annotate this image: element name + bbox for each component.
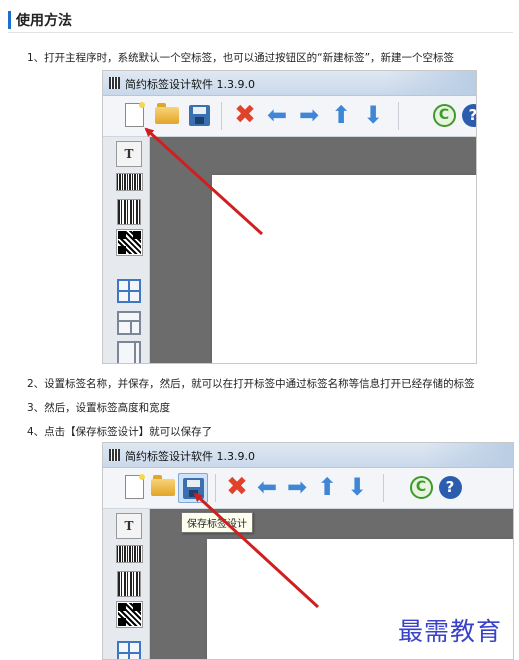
step-4-text: 4、点击【保存标签设计】就可以保存了 (27, 426, 213, 438)
tool-sidebar: T (103, 137, 150, 363)
table-grid-button[interactable] (115, 639, 143, 659)
section-accent-bar (8, 11, 11, 29)
barcode-vertical-button[interactable] (115, 570, 143, 598)
help-icon: ? (438, 475, 462, 499)
save-disk-icon (182, 477, 204, 499)
qr-code-button[interactable] (115, 228, 143, 256)
copyright-icon: C (432, 103, 456, 127)
text-tool-button[interactable]: T (115, 140, 143, 168)
text-tool-icon: T (116, 141, 142, 167)
qr-code-icon (115, 600, 143, 628)
table-grid-icon (117, 641, 141, 659)
arrow-right-icon: ➡ (298, 101, 320, 129)
arrow-down-icon: ⬇ (346, 473, 368, 501)
open-button[interactable] (149, 473, 177, 501)
arrow-up-icon: ⬆ (330, 101, 352, 129)
table-grid-button[interactable] (115, 277, 143, 305)
app-title: 简约标签设计软件 1.3.9.0 (125, 450, 255, 463)
app-toolbar: ✖ ⬅ ➡ ⬆ ⬇ C ? (103, 468, 513, 509)
save-button[interactable] (178, 473, 208, 503)
help-button[interactable]: ? (436, 473, 464, 501)
move-up-button[interactable]: ⬆ (313, 473, 341, 501)
copyright-button[interactable]: C (407, 473, 435, 501)
qr-code-icon (115, 228, 143, 256)
section-title: 使用方法 (16, 13, 72, 29)
watermark-text: 最需教育 (398, 617, 503, 646)
section-header: 使用方法 (8, 8, 513, 33)
screenshot-1: 简约标签设计软件 1.3.9.0 ✖ ⬅ ➡ ⬆ ⬇ C ? T (102, 70, 477, 364)
move-left-button[interactable]: ⬅ (253, 473, 281, 501)
titlebar-background (386, 71, 476, 95)
text-tool-icon: T (116, 513, 142, 539)
arrow-up-icon: ⬆ (316, 473, 338, 501)
arrow-right-icon: ➡ (286, 473, 308, 501)
new-label-button[interactable] (120, 473, 148, 501)
step-3-text: 3、然后，设置标签高度和宽度 (27, 402, 171, 414)
design-canvas[interactable] (150, 137, 476, 363)
app-title: 简约标签设计软件 1.3.9.0 (125, 78, 255, 91)
open-folder-icon (151, 474, 175, 496)
barcode-tool-button[interactable] (115, 540, 143, 568)
new-label-button[interactable] (120, 101, 148, 129)
move-down-button[interactable]: ⬇ (359, 101, 387, 129)
new-label-icon (124, 102, 145, 127)
step-1-text: 1、打开主程序时，系统默认一个空标签，也可以通过按钮区的“新建标签”，新建一个空… (27, 52, 455, 64)
table-split-button[interactable] (115, 309, 143, 337)
new-label-icon (124, 474, 145, 499)
titlebar-background (423, 443, 513, 467)
save-tooltip: 保存标签设计 (181, 512, 253, 533)
blank-label[interactable] (212, 175, 476, 363)
copyright-icon: C (409, 475, 433, 499)
barcode-1d-icon (115, 545, 143, 563)
table-columns-button[interactable] (115, 339, 143, 363)
delete-button[interactable]: ✖ (223, 473, 251, 501)
open-button[interactable] (153, 101, 181, 129)
step-2-text: 2、设置标签名称，并保存，然后，就可以在打开标签中通过标签名称等信息打开已经存储… (27, 378, 475, 390)
copyright-button[interactable]: C (430, 101, 458, 129)
table-columns-icon (117, 341, 141, 363)
qr-code-button[interactable] (115, 600, 143, 628)
toolbar-divider (383, 474, 384, 502)
app-titlebar: 简约标签设计软件 1.3.9.0 (103, 71, 476, 96)
move-right-button[interactable]: ➡ (295, 101, 323, 129)
move-left-button[interactable]: ⬅ (263, 101, 291, 129)
delete-button[interactable]: ✖ (231, 101, 259, 129)
table-grid-icon (117, 279, 141, 303)
help-icon: ? (461, 103, 476, 127)
move-down-button[interactable]: ⬇ (343, 473, 371, 501)
delete-icon: ✖ (234, 100, 256, 130)
table-split-icon (117, 311, 141, 335)
barcode-vertical-icon (117, 199, 141, 225)
app-titlebar: 简约标签设计软件 1.3.9.0 (103, 443, 513, 468)
move-up-button[interactable]: ⬆ (327, 101, 355, 129)
arrow-left-icon: ⬅ (256, 473, 278, 501)
arrow-left-icon: ⬅ (266, 101, 288, 129)
barcode-vertical-icon (117, 571, 141, 597)
toolbar-divider (398, 102, 399, 130)
save-disk-icon (188, 104, 210, 126)
save-button[interactable] (185, 101, 213, 129)
delete-icon: ✖ (226, 472, 248, 502)
help-button[interactable]: ? (459, 101, 476, 129)
open-folder-icon (155, 102, 179, 124)
barcode-vertical-button[interactable] (115, 198, 143, 226)
toolbar-divider (215, 474, 216, 502)
arrow-down-icon: ⬇ (362, 101, 384, 129)
barcode-tool-button[interactable] (115, 168, 143, 196)
text-tool-button[interactable]: T (115, 512, 143, 540)
toolbar-divider (221, 102, 222, 130)
tool-sidebar: T (103, 509, 150, 659)
app-logo-icon (109, 77, 120, 89)
move-right-button[interactable]: ➡ (283, 473, 311, 501)
barcode-1d-icon (115, 173, 143, 191)
app-logo-icon (109, 449, 120, 461)
app-toolbar: ✖ ⬅ ➡ ⬆ ⬇ C ? (103, 96, 476, 137)
